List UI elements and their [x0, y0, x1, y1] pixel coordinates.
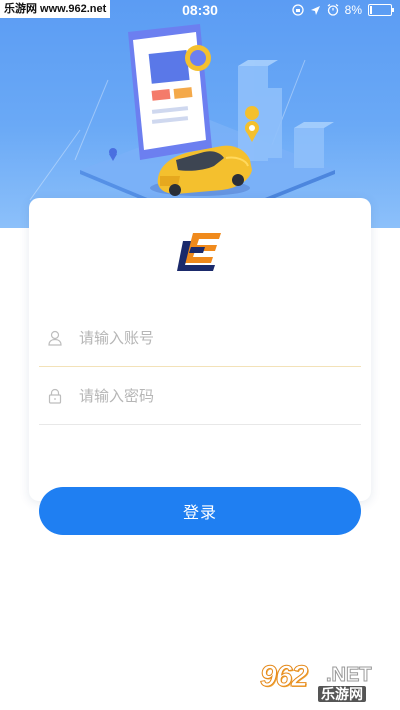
user-icon [48, 330, 62, 346]
username-input[interactable] [79, 329, 339, 347]
hero-banner [0, 0, 400, 228]
watermark-top: 乐游网 www.962.net [0, 0, 111, 18]
watermark-site-name: 乐游网 [318, 686, 366, 702]
rotation-lock-icon [292, 4, 304, 16]
status-icons: 8% [292, 3, 394, 17]
battery-level [370, 6, 372, 14]
watermark-suffix: .NET [326, 664, 373, 687]
phone-graphic [128, 24, 212, 160]
hero-illustration [29, 24, 335, 226]
watermark-bottom: 962 .NET 乐游网 [259, 660, 392, 704]
password-field [39, 368, 361, 425]
password-input[interactable] [79, 387, 339, 405]
login-button[interactable]: 登录 [39, 487, 361, 535]
battery-icon [368, 4, 394, 16]
username-field [39, 310, 361, 367]
alarm-icon [327, 4, 339, 16]
watermark-number: 962 [259, 660, 308, 694]
location-arrow-icon [310, 5, 320, 15]
login-card [29, 198, 371, 501]
brand-logo [177, 233, 221, 271]
lock-icon [48, 388, 62, 404]
battery-percent: 8% [344, 3, 362, 17]
